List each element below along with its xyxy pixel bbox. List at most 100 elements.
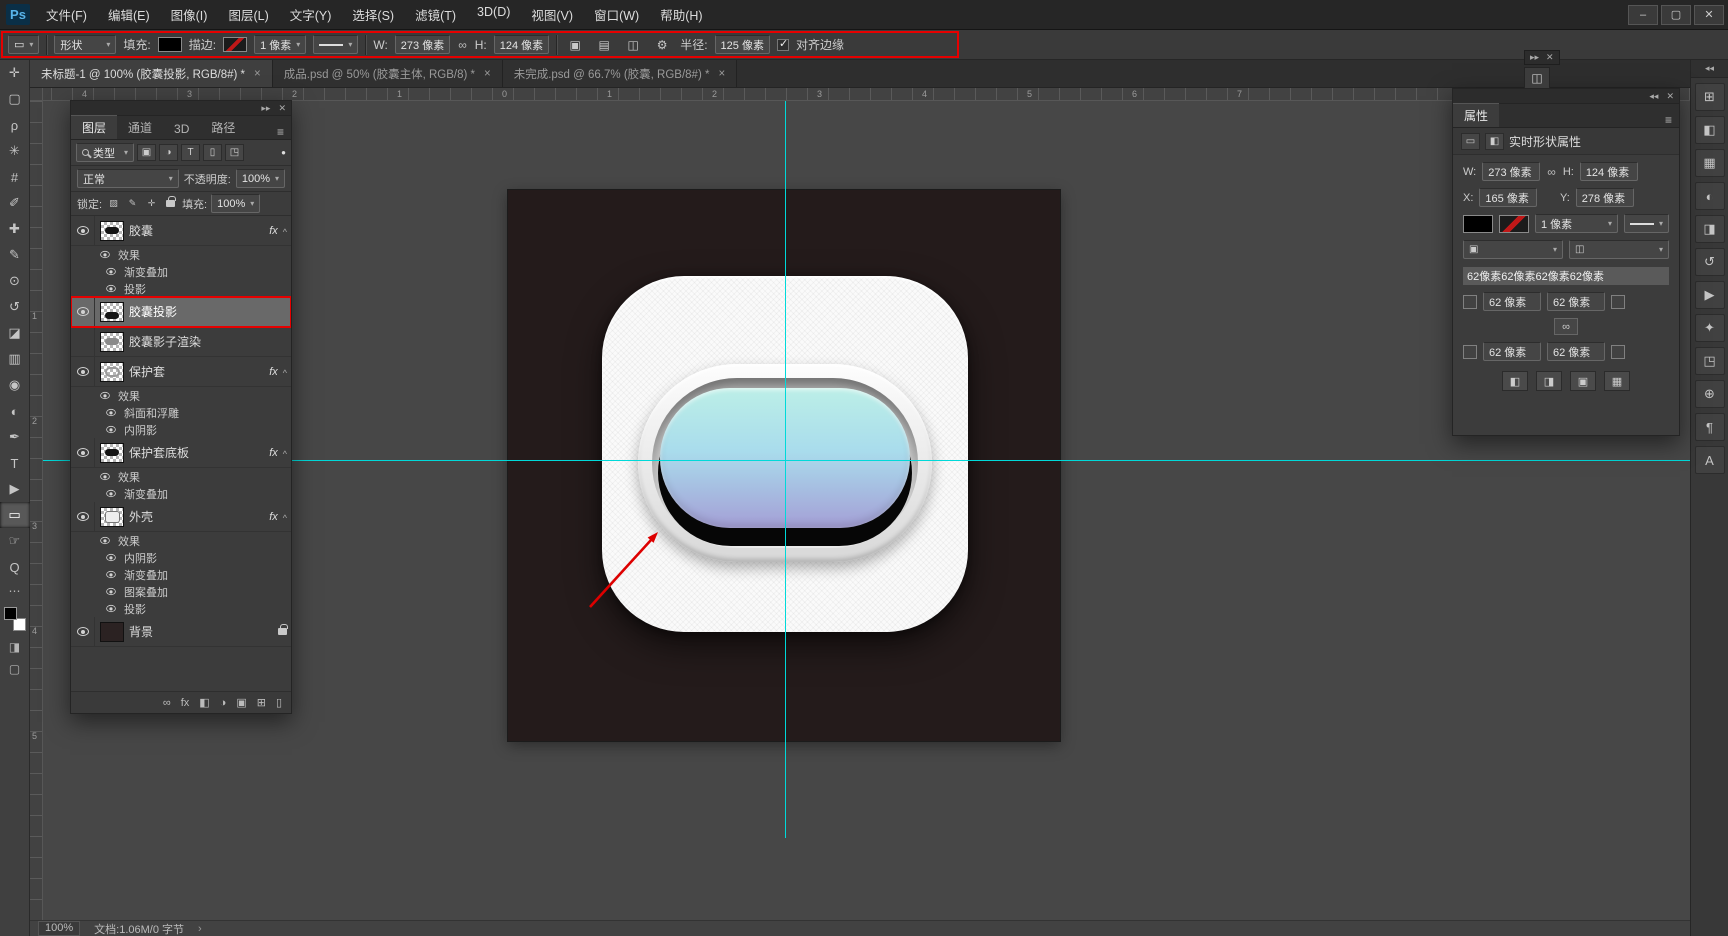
filter-toggle-icon[interactable]: ● <box>281 148 286 157</box>
tab-3d[interactable]: 3D <box>163 118 200 139</box>
stroke-align-select[interactable]: ▣ <box>1463 240 1563 259</box>
eraser-tool[interactable]: ◪ <box>0 320 30 346</box>
shape-x-field[interactable]: 165 像素 <box>1479 188 1538 207</box>
layer-row-waike[interactable]: 外壳 fx <box>71 502 291 532</box>
effect-row[interactable]: 渐变叠加 <box>71 485 291 502</box>
collapsed-panel-icon[interactable]: ◫ <box>1524 67 1550 89</box>
gear-icon[interactable]: ⚙ <box>651 35 673 55</box>
menu-view[interactable]: 视图(V) <box>531 5 573 24</box>
status-chevron-icon[interactable]: › <box>198 923 202 935</box>
color-swatches[interactable] <box>0 605 30 633</box>
shape-stroke-swatch[interactable] <box>1499 214 1529 233</box>
filter-adjustment-layers-icon[interactable]: ◑ <box>159 144 179 161</box>
add-layer-mask-icon[interactable]: ◧ <box>199 696 209 709</box>
ruler-vertical[interactable]: 1 2 3 4 5 <box>30 101 43 920</box>
menu-filter[interactable]: 滤镜(T) <box>415 5 456 24</box>
lock-transparency-icon[interactable]: ▨ <box>106 196 121 211</box>
quick-mask-icon[interactable]: ◨ <box>0 636 30 658</box>
foreground-color-swatch[interactable] <box>3 607 17 620</box>
align-edges-checkbox[interactable] <box>776 37 789 51</box>
menu-file[interactable]: 文件(F) <box>46 5 87 24</box>
layer-row-background[interactable]: 背景 <box>71 617 291 647</box>
menu-type[interactable]: 文字(Y) <box>290 5 332 24</box>
radius-tl-field[interactable]: 62 像素 <box>1483 292 1541 311</box>
collapse-effects-icon[interactable] <box>283 224 287 238</box>
maximize-button[interactable]: ▢ <box>1661 4 1691 25</box>
collapse-dock-icon[interactable]: ▸▸ <box>1530 53 1539 62</box>
layer-effects-badge[interactable]: fx <box>269 447 278 459</box>
eye-icon[interactable] <box>106 425 116 434</box>
stroke-style-select[interactable] <box>313 35 359 54</box>
radius-tr-field[interactable]: 62 像素 <box>1547 292 1605 311</box>
close-dock-icon[interactable]: ✕ <box>1546 53 1554 62</box>
screen-mode-icon[interactable]: ▢ <box>0 658 30 680</box>
close-tab-icon[interactable] <box>484 68 491 80</box>
delete-layer-icon[interactable]: ▯ <box>276 696 282 709</box>
canvas-artboard[interactable] <box>508 190 1060 741</box>
visibility-toggle[interactable] <box>71 216 95 245</box>
effects-header-row[interactable]: 效果 <box>71 532 291 549</box>
eye-icon[interactable] <box>106 570 116 579</box>
layer-thumbnail[interactable] <box>100 361 124 382</box>
layer-thumbnail[interactable] <box>100 301 124 322</box>
eye-icon[interactable] <box>106 604 116 613</box>
adjustment-layer-icon[interactable]: ◑ <box>220 697 227 709</box>
effect-row[interactable]: 图案叠加 <box>71 583 291 600</box>
new-group-icon[interactable]: ▣ <box>236 696 246 709</box>
menu-layer[interactable]: 图层(L) <box>228 5 268 24</box>
close-button[interactable]: ✕ <box>1694 4 1724 25</box>
effects-header-row[interactable]: 效果 <box>71 246 291 263</box>
blur-tool[interactable]: ◉ <box>0 372 30 398</box>
panel-extensions-icon[interactable]: ⊞ <box>1694 83 1725 111</box>
layer-effects-badge[interactable]: fx <box>269 511 278 523</box>
filter-pixel-layers-icon[interactable]: ▣ <box>137 144 157 161</box>
quick-selection-tool[interactable]: ✳ <box>0 138 30 164</box>
menu-3d[interactable]: 3D(D) <box>477 5 510 24</box>
shape-height-field[interactable]: 124 像素 <box>1579 162 1638 181</box>
path-operations-icon[interactable]: ▣ <box>564 35 586 55</box>
layer-row-jiaonang-touying[interactable]: 胶囊投影 <box>71 296 291 328</box>
shape-fill-swatch[interactable] <box>1463 214 1493 233</box>
link-radii-button[interactable]: ∞ <box>1554 318 1578 335</box>
layer-row-jiaonang-yingzi[interactable]: 胶囊影子渲染 <box>71 327 291 357</box>
layer-effects-badge[interactable]: fx <box>269 225 278 237</box>
tab-layers[interactable]: 图层 <box>71 115 118 139</box>
close-panel-icon[interactable]: ✕ <box>278 103 286 113</box>
eye-icon[interactable] <box>100 250 110 259</box>
edit-toolbar-icon[interactable]: ⋯ <box>0 580 30 602</box>
effects-header-row[interactable]: 效果 <box>71 387 291 404</box>
menu-select[interactable]: 选择(S) <box>352 5 394 24</box>
visibility-toggle[interactable] <box>71 438 95 467</box>
path-alignment-icon[interactable]: ▤ <box>593 35 615 55</box>
panel-brush-icon[interactable]: ✦ <box>1694 314 1725 342</box>
panel-styles-icon[interactable]: ◨ <box>1694 215 1725 243</box>
close-tab-icon[interactable] <box>254 68 261 80</box>
minimize-button[interactable]: – <box>1628 4 1658 25</box>
fill-swatch[interactable] <box>157 37 182 52</box>
link-dimensions-icon[interactable]: ∞ <box>457 38 468 52</box>
effects-header-row[interactable]: 效果 <box>71 468 291 485</box>
history-brush-tool[interactable]: ↺ <box>0 294 30 320</box>
menu-edit[interactable]: 编辑(E) <box>108 5 150 24</box>
menu-window[interactable]: 窗口(W) <box>594 5 639 24</box>
layer-thumbnail[interactable] <box>100 442 124 463</box>
opacity-field[interactable]: 100% <box>235 169 285 188</box>
hand-tool[interactable]: ☞ <box>0 528 30 554</box>
type-tool[interactable]: T <box>0 450 30 476</box>
props-action-button-3[interactable]: ▣ <box>1570 371 1596 391</box>
visibility-toggle[interactable] <box>71 502 95 531</box>
shape-y-field[interactable]: 278 像素 <box>1575 188 1634 207</box>
panel-menu-icon[interactable]: ≡ <box>1658 113 1679 127</box>
eye-icon[interactable] <box>106 267 116 276</box>
tab-channels[interactable]: 通道 <box>117 115 163 139</box>
link-layers-icon[interactable]: ∞ <box>163 697 171 709</box>
menu-image[interactable]: 图像(I) <box>171 5 208 24</box>
collapse-effects-icon[interactable] <box>283 510 287 524</box>
panel-navigator-icon[interactable]: ⊕ <box>1694 380 1725 408</box>
healing-brush-tool[interactable]: ✚ <box>0 216 30 242</box>
eye-icon[interactable] <box>106 489 116 498</box>
guide-vertical[interactable] <box>785 101 786 838</box>
path-selection-tool[interactable]: ▶ <box>0 476 30 502</box>
eye-icon[interactable] <box>106 284 116 293</box>
eye-icon[interactable] <box>106 587 116 596</box>
